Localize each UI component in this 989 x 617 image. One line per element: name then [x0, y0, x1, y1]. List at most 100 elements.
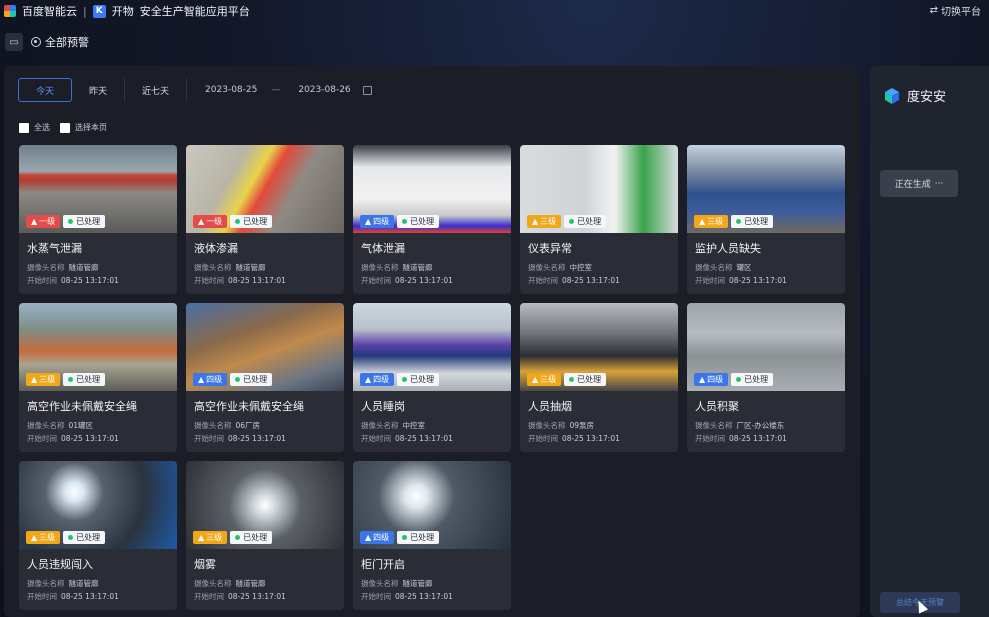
status-text: 已处理 — [243, 375, 268, 384]
time-label: 开始时间 — [528, 276, 558, 285]
status-text: 已处理 — [577, 375, 602, 384]
camera-info: 摄像头名称 06厂房 — [194, 420, 260, 431]
alert-card[interactable]: ▲ 四级 已处理 人员睡岗 摄像头名称 中控室 开始时间 08-25 13:17:0… — [353, 303, 511, 452]
alert-card-grid: ▲ 一级 已处理 水蒸气泄漏 摄像头名称 隧道管廊 开始时间 08-25 13:17… — [19, 145, 845, 610]
level-text: 四级 — [373, 217, 390, 226]
level-text: 三级 — [39, 533, 56, 542]
top-bar: 百度智能云 | K 开物 安全生产智能应用平台 ⇄ 切换平台 — [0, 0, 989, 22]
monitor-button[interactable]: ▭ — [5, 33, 23, 51]
alert-card[interactable]: ▲ 四级 已处理 柜门开启 摄像头名称 隧道管廊 开始时间 08-25 13:17:… — [353, 461, 511, 610]
start-time: 08-25 13:17:01 — [228, 276, 286, 285]
checkbox-box[interactable] — [19, 122, 29, 133]
alert-snapshot[interactable]: ▲ 三级 已处理 — [19, 303, 177, 391]
camera-info: 摄像头名称 隧道管廊 — [194, 578, 266, 589]
alert-card[interactable]: ▲ 四级 已处理 气体泄漏 摄像头名称 隧道管廊 开始时间 08-25 13:17:… — [353, 145, 511, 294]
alert-snapshot[interactable]: ▲ 四级 已处理 — [687, 303, 845, 391]
tab-today[interactable]: 今天 — [18, 78, 73, 102]
alert-snapshot[interactable]: ▲ 三级 已处理 — [19, 461, 177, 549]
alert-title: 柜门开启 — [361, 558, 405, 571]
level-badge: ▲ 四级 — [360, 531, 395, 544]
switch-platform-button[interactable]: ⇄ 切换平台 — [930, 3, 981, 18]
alert-card[interactable]: ▲ 三级 已处理 监护人员缺失 摄像头名称 罐区 开始时间 08-25 13:17:… — [687, 145, 845, 294]
status-text: 已处理 — [76, 217, 101, 226]
alert-card[interactable]: ▲ 三级 已处理 高空作业未佩戴安全绳 摄像头名称 01罐区 开始时间 08-25 … — [19, 303, 177, 452]
alert-snapshot[interactable]: ▲ 四级 已处理 — [353, 303, 511, 391]
alert-snapshot[interactable]: ▲ 四级 已处理 — [186, 303, 344, 391]
alert-tags: ▲ 四级 已处理 — [193, 373, 273, 386]
level-text: 三级 — [540, 375, 557, 384]
start-time: 08-25 13:17:01 — [395, 276, 453, 285]
generating-label: 正在生成 — [894, 180, 931, 190]
alert-card[interactable]: ▲ 四级 已处理 高空作业未佩戴安全绳 摄像头名称 06厂房 开始时间 08-25 … — [186, 303, 344, 452]
camera-label: 摄像头名称 — [361, 421, 399, 430]
status-dot-icon — [402, 535, 408, 540]
warning-icon: ▲ — [31, 533, 38, 542]
tab-last-seven-days[interactable]: 近七天 — [125, 78, 188, 102]
camera-name: 09泵房 — [569, 421, 595, 430]
calendar-icon[interactable] — [362, 85, 372, 95]
baidu-cloud-logo-icon — [4, 5, 16, 17]
status-dot-icon — [235, 535, 241, 540]
level-text: 四级 — [206, 375, 223, 384]
time-info: 开始时间 08-25 13:17:01 — [194, 433, 286, 444]
assistant-panel: 度安安 正在生成 ··· 总结今天预警 — [870, 66, 989, 617]
alert-snapshot[interactable]: ▲ 一级 已处理 — [19, 145, 177, 233]
status-text: 已处理 — [744, 375, 769, 384]
level-text: 三级 — [707, 217, 724, 226]
alert-tags: ▲ 三级 已处理 — [193, 531, 273, 544]
alert-card[interactable]: ▲ 三级 已处理 仪表异常 摄像头名称 中控室 开始时间 08-25 13:17:0… — [520, 145, 678, 294]
camera-name: 中控室 — [569, 263, 593, 272]
status-badge: 已处理 — [63, 531, 106, 544]
generating-button[interactable]: 正在生成 ··· — [880, 170, 958, 197]
select-page-checkbox[interactable]: 选择本页 — [60, 122, 107, 133]
selection-checks: 全选 选择本页 — [19, 122, 107, 133]
alert-snapshot[interactable]: ▲ 三级 已处理 — [186, 461, 344, 549]
status-badge: 已处理 — [397, 373, 440, 386]
tab-yesterday[interactable]: 昨天 — [72, 78, 126, 102]
warning-icon: ▲ — [198, 533, 205, 542]
brand-separator: | — [83, 4, 87, 18]
alert-title: 水蒸气泄漏 — [27, 242, 82, 255]
camera-info: 摄像头名称 01罐区 — [27, 420, 93, 431]
select-all-checkbox[interactable]: 全选 — [19, 122, 50, 133]
status-dot-icon — [68, 377, 74, 382]
alert-snapshot[interactable]: ▲ 一级 已处理 — [186, 145, 344, 233]
alert-card[interactable]: ▲ 三级 已处理 人员抽烟 摄像头名称 09泵房 开始时间 08-25 13:17:… — [520, 303, 678, 452]
alert-card[interactable]: ▲ 三级 已处理 烟雾 摄像头名称 隧道管廊 开始时间 08-25 13:17:01 — [186, 461, 344, 610]
alert-title: 气体泄漏 — [361, 242, 405, 255]
alert-card[interactable]: ▲ 一级 已处理 水蒸气泄漏 摄像头名称 隧道管廊 开始时间 08-25 13:17… — [19, 145, 177, 294]
time-info: 开始时间 08-25 13:17:01 — [695, 275, 787, 286]
alert-card[interactable]: ▲ 一级 已处理 液体渗漏 摄像头名称 隧道管廊 开始时间 08-25 13:17:… — [186, 145, 344, 294]
camera-name: 中控室 — [402, 421, 426, 430]
alert-snapshot[interactable]: ▲ 四级 已处理 — [353, 145, 511, 233]
alert-snapshot[interactable]: ▲ 四级 已处理 — [353, 461, 511, 549]
date-separator: — — [271, 85, 281, 95]
status-dot-icon — [235, 377, 241, 382]
status-badge: 已处理 — [230, 215, 273, 228]
warning-icon: ▲ — [198, 375, 205, 384]
alert-snapshot[interactable]: ▲ 三级 已处理 — [520, 303, 678, 391]
time-info: 开始时间 08-25 13:17:01 — [361, 275, 453, 286]
alert-card[interactable]: ▲ 三级 已处理 人员违规闯入 摄像头名称 隧道管廊 开始时间 08-25 13:1… — [19, 461, 177, 610]
time-info: 开始时间 08-25 13:17:01 — [361, 591, 453, 602]
status-text: 已处理 — [577, 217, 602, 226]
status-text: 已处理 — [410, 217, 435, 226]
alert-snapshot[interactable]: ▲ 三级 已处理 — [687, 145, 845, 233]
sub-bar: ▭ 全部预警 — [0, 30, 89, 54]
start-date[interactable]: 2023-08-25 — [205, 85, 257, 95]
alert-tags: ▲ 三级 已处理 — [694, 215, 774, 228]
time-info: 开始时间 08-25 13:17:01 — [194, 591, 286, 602]
camera-info: 摄像头名称 罐区 — [695, 262, 752, 273]
alert-tags: ▲ 三级 已处理 — [527, 215, 607, 228]
time-info: 开始时间 08-25 13:17:01 — [27, 433, 119, 444]
alert-snapshot[interactable]: ▲ 三级 已处理 — [520, 145, 678, 233]
checkbox-box[interactable] — [60, 122, 70, 133]
brand-name: 百度智能云 — [22, 5, 77, 18]
end-date[interactable]: 2023-08-26 — [298, 85, 350, 95]
assistant-name: 度安安 — [907, 90, 947, 105]
alert-card[interactable]: ▲ 四级 已处理 人员积聚 摄像头名称 厂区-办公楼东 开始时间 08-25 13:… — [687, 303, 845, 452]
camera-label: 摄像头名称 — [695, 421, 733, 430]
camera-info: 摄像头名称 隧道管廊 — [27, 262, 99, 273]
status-text: 已处理 — [744, 217, 769, 226]
camera-label: 摄像头名称 — [27, 421, 65, 430]
